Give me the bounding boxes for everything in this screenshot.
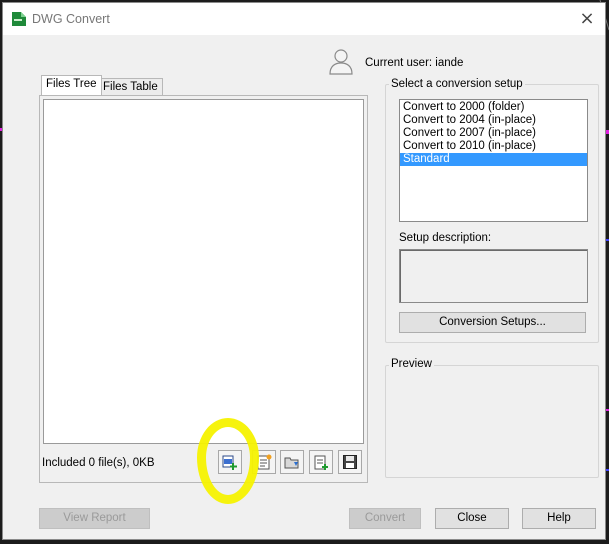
tab-files-tree[interactable]: Files Tree — [41, 75, 102, 95]
setup-item-2010[interactable]: Convert to 2010 (in-place) — [400, 140, 587, 153]
conversion-setup-caption: Select a conversion setup — [389, 78, 525, 90]
setup-description-label: Setup description: — [399, 232, 492, 244]
open-list-button[interactable] — [280, 450, 304, 474]
user-silhouette-icon — [329, 49, 353, 75]
conversion-setups-button[interactable]: Conversion Setups... — [399, 312, 586, 333]
files-tree-panel: Included 0 file(s), 0KB — [39, 95, 368, 483]
included-files-summary: Included 0 file(s), 0KB — [42, 457, 155, 469]
setup-item-2000[interactable]: Convert to 2000 (folder) — [400, 101, 587, 114]
setup-item-2007[interactable]: Convert to 2007 (in-place) — [400, 127, 587, 140]
dwg-convert-dialog: DWG Convert × Current user: iande Files … — [2, 2, 606, 540]
setup-description-box — [399, 249, 588, 303]
close-window-button[interactable]: × — [575, 7, 599, 31]
convert-button[interactable]: Convert — [349, 508, 421, 529]
open-list-icon — [284, 457, 299, 469]
new-list-button[interactable] — [252, 450, 276, 474]
tab-files-table[interactable]: Files Table — [98, 78, 163, 96]
dwg-convert-app-icon — [12, 12, 26, 26]
preview-caption: Preview — [389, 358, 434, 370]
add-files-icon — [222, 455, 237, 470]
title-bar: DWG Convert × — [3, 3, 605, 35]
close-button[interactable]: Close — [435, 508, 509, 529]
setup-item-2004[interactable]: Convert to 2004 (in-place) — [400, 114, 587, 127]
add-files-button[interactable] — [218, 450, 242, 474]
current-user-label: Current user: iande — [365, 57, 464, 69]
setup-item-standard[interactable]: Standard — [400, 153, 587, 166]
window-title: DWG Convert — [32, 12, 110, 26]
save-list-button[interactable] — [338, 450, 362, 474]
save-list-icon — [343, 455, 357, 469]
files-tree-view[interactable] — [43, 99, 364, 444]
new-list-icon — [257, 454, 272, 470]
append-list-button[interactable] — [309, 450, 333, 474]
help-button[interactable]: Help — [522, 508, 596, 529]
preview-group — [385, 365, 599, 478]
view-report-button[interactable]: View Report — [39, 508, 150, 529]
conversion-setups-list[interactable]: Convert to 2000 (folder) Convert to 2004… — [399, 99, 588, 222]
append-list-icon — [314, 455, 328, 470]
